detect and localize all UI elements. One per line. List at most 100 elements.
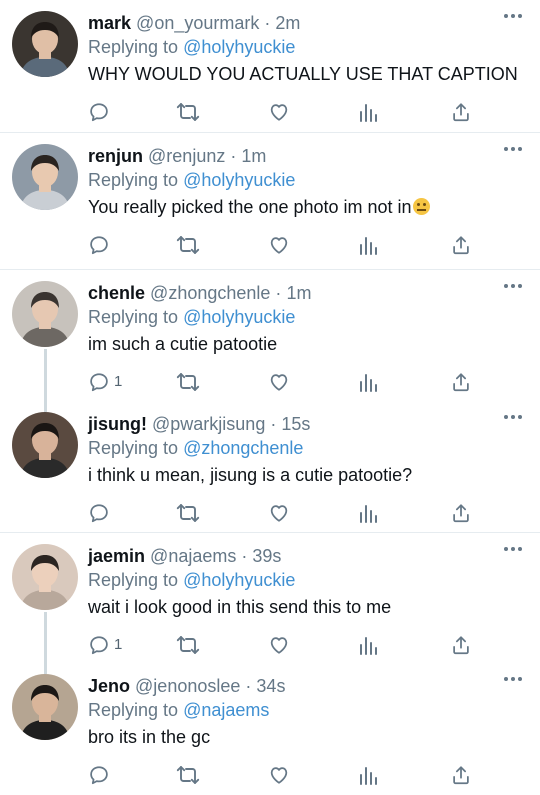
- avatar[interactable]: [12, 144, 78, 210]
- display-name[interactable]: jaemin: [88, 546, 145, 566]
- share-button[interactable]: [450, 233, 472, 257]
- like-icon: [268, 634, 290, 656]
- replying-to-user-link[interactable]: @najaems: [183, 700, 269, 720]
- more-icon[interactable]: [504, 415, 522, 421]
- avatar[interactable]: [12, 412, 78, 478]
- reply-button[interactable]: [88, 100, 114, 124]
- replying-to-user-link[interactable]: @holyhyuckie: [183, 170, 295, 190]
- more-icon[interactable]: [504, 284, 522, 290]
- tweet-actions: [88, 763, 469, 787]
- timestamp[interactable]: 1m: [241, 146, 266, 166]
- tweet-header: mark @on_yourmark · 2m: [88, 11, 300, 35]
- like-button[interactable]: [268, 100, 290, 124]
- display-name[interactable]: renjun: [88, 146, 143, 166]
- replying-to-user-link[interactable]: @holyhyuckie: [183, 37, 295, 57]
- more-icon[interactable]: [504, 147, 522, 153]
- reply-button[interactable]: 1: [88, 633, 122, 657]
- share-button[interactable]: [450, 100, 472, 124]
- tweet-body: You really picked the one photo im not i…: [88, 197, 412, 217]
- tweet-actions: [88, 501, 469, 525]
- user-handle[interactable]: @zhongchenle: [150, 283, 270, 303]
- analytics-button[interactable]: [358, 633, 378, 657]
- avatar[interactable]: [12, 544, 78, 610]
- tweet[interactable]: Jeno @jenonoslee · 34s Replying to @najae…: [0, 663, 540, 795]
- retweet-button[interactable]: [176, 370, 200, 394]
- replying-to-label: Replying to: [88, 700, 179, 720]
- tweet-body: i think u mean, jisung is a cutie patoot…: [88, 465, 413, 485]
- analytics-button[interactable]: [358, 501, 378, 525]
- neutral-face-emoji-icon: [412, 198, 430, 215]
- tweet[interactable]: chenle @zhongchenle · 1m Replying to @hol…: [0, 270, 540, 412]
- replying-to-user-link[interactable]: @holyhyuckie: [183, 307, 295, 327]
- tweet[interactable]: renjun @renjunz · 1m Replying to @holyhyu…: [0, 133, 540, 270]
- reply-button[interactable]: [88, 763, 114, 787]
- reply-button[interactable]: 1: [88, 370, 122, 394]
- tweet[interactable]: mark @on_yourmark · 2m Replying to @holyh…: [0, 0, 540, 133]
- avatar[interactable]: [12, 11, 78, 77]
- analytics-button[interactable]: [358, 100, 378, 124]
- analytics-button[interactable]: [358, 370, 378, 394]
- analytics-icon: [358, 101, 378, 123]
- tweet-body: bro its in the gc: [88, 727, 211, 747]
- separator-dot: ·: [275, 283, 282, 303]
- tweet-header: chenle @zhongchenle · 1m: [88, 281, 311, 305]
- separator-dot: ·: [241, 546, 248, 566]
- analytics-icon: [358, 634, 378, 656]
- like-button[interactable]: [268, 633, 290, 657]
- display-name[interactable]: jisung!: [88, 414, 147, 434]
- retweet-icon: [176, 502, 200, 524]
- user-handle[interactable]: @jenonoslee: [135, 676, 240, 696]
- tweet-body: wait i look good in this send this to me: [88, 597, 392, 617]
- tweet-text: wait i look good in this send this to me: [88, 595, 391, 619]
- replying-to-user-link[interactable]: @holyhyuckie: [183, 570, 295, 590]
- analytics-icon: [358, 502, 378, 524]
- more-icon[interactable]: [504, 14, 522, 20]
- like-button[interactable]: [268, 370, 290, 394]
- reply-button[interactable]: [88, 501, 114, 525]
- share-button[interactable]: [450, 763, 472, 787]
- analytics-icon: [358, 371, 378, 393]
- tweet-body: im such a cutie patootie: [88, 334, 278, 354]
- user-handle[interactable]: @najaems: [150, 546, 236, 566]
- replying-to-line: Replying to @holyhyuckie: [88, 35, 295, 59]
- timestamp[interactable]: 15s: [281, 414, 310, 434]
- retweet-button[interactable]: [176, 501, 200, 525]
- timestamp[interactable]: 2m: [275, 13, 300, 33]
- replying-to-user-link[interactable]: @zhongchenle: [183, 438, 303, 458]
- timestamp[interactable]: 39s: [252, 546, 281, 566]
- display-name[interactable]: Jeno: [88, 676, 130, 696]
- like-button[interactable]: [268, 233, 290, 257]
- retweet-button[interactable]: [176, 100, 200, 124]
- analytics-button[interactable]: [358, 763, 378, 787]
- display-name[interactable]: chenle: [88, 283, 145, 303]
- user-handle[interactable]: @pwarkjisung: [152, 414, 265, 434]
- separator-dot: ·: [245, 676, 252, 696]
- avatar[interactable]: [12, 674, 78, 740]
- more-icon[interactable]: [504, 547, 522, 553]
- like-icon: [268, 502, 290, 524]
- share-button[interactable]: [450, 633, 472, 657]
- tweet[interactable]: jaemin @najaems · 39s Replying to @holyhy…: [0, 533, 540, 674]
- analytics-button[interactable]: [358, 233, 378, 257]
- retweet-button[interactable]: [176, 633, 200, 657]
- avatar[interactable]: [12, 281, 78, 347]
- timestamp[interactable]: 1m: [286, 283, 311, 303]
- tweet-actions: 1: [88, 370, 469, 394]
- retweet-button[interactable]: [176, 233, 200, 257]
- share-icon: [450, 764, 472, 786]
- user-handle[interactable]: @renjunz: [148, 146, 225, 166]
- tweet-body: WHY WOULD YOU ACTUALLY USE THAT CAPTION: [88, 64, 518, 84]
- like-button[interactable]: [268, 763, 290, 787]
- share-button[interactable]: [450, 370, 472, 394]
- more-icon[interactable]: [504, 677, 522, 683]
- retweet-button[interactable]: [176, 763, 200, 787]
- timestamp[interactable]: 34s: [256, 676, 285, 696]
- like-button[interactable]: [268, 501, 290, 525]
- retweet-icon: [176, 101, 200, 123]
- user-handle[interactable]: @on_yourmark: [136, 13, 259, 33]
- share-button[interactable]: [450, 501, 472, 525]
- tweet-text: im such a cutie patootie: [88, 332, 277, 356]
- reply-button[interactable]: [88, 233, 114, 257]
- tweet[interactable]: jisung! @pwarkjisung · 15s Replying to @z…: [0, 401, 540, 533]
- display-name[interactable]: mark: [88, 13, 131, 33]
